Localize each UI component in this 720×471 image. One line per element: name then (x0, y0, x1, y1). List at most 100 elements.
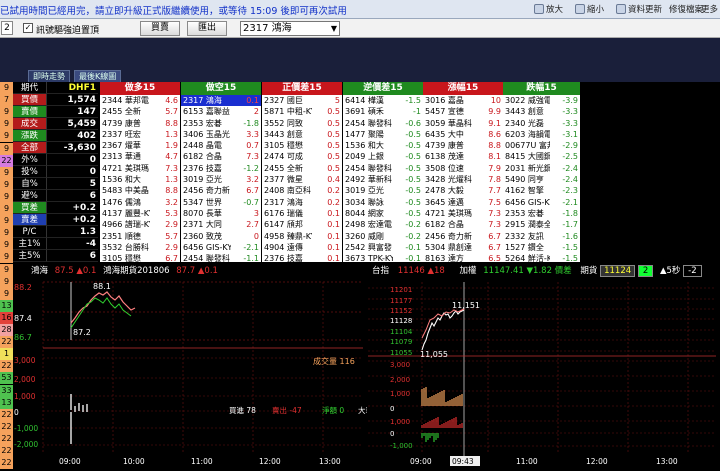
ranking-row[interactable]: 5264 鮮活-KY -1.5 (503, 253, 580, 262)
ranking-row[interactable]: 3428 光燿科 7.8 (423, 174, 503, 185)
ranking-row[interactable]: 5871 中租-KY 0.5 (262, 106, 342, 117)
signal-count-0[interactable]: 9 (0, 82, 13, 94)
signal-count-23[interactable]: 22 (0, 360, 13, 373)
ranking-row[interactable]: 6203 海韻電 -3.1 (503, 129, 580, 140)
ranking-row[interactable]: 2367 燿華 1.9 (100, 140, 180, 151)
ranking-row[interactable]: 2456 奇力新 6.7 (423, 231, 503, 242)
ranking-row[interactable]: 1477 聚陽 -0.5 (343, 129, 423, 140)
ranking-row[interactable]: 4739 康普 8.8 (100, 118, 180, 129)
ranking-row[interactable]: 2360 致茂 0 (181, 231, 261, 242)
ranking-row[interactable]: 2317 鴻海 0.1 (181, 95, 261, 107)
ranking-row[interactable]: 5304 鼎創達 6.7 (423, 242, 503, 253)
ranking-row[interactable]: 2031 新光鋼 -2.4 (503, 163, 580, 174)
signal-count-17[interactable]: 9 (0, 287, 13, 300)
signal-count-15[interactable]: 9 (0, 263, 13, 276)
ranking-row[interactable]: 2317 鴻海 0.2 (262, 197, 342, 208)
signal-count-24[interactable]: 53 (0, 372, 13, 385)
ranking-row[interactable]: 2448 晶電 0.7 (181, 140, 261, 151)
tab-last-kline[interactable]: 最後K線圖 (74, 70, 122, 82)
ranking-row[interactable]: 8415 大國鋼 -2.5 (503, 151, 580, 162)
ranking-row[interactable]: 4162 智擎 -2.3 (503, 185, 580, 196)
ranking-row[interactable]: 2474 可成 0.5 (262, 151, 342, 162)
ranking-row[interactable]: 6182 合晶 7.3 (423, 219, 503, 230)
ranking-row[interactable]: 2351 順德 5.7 (100, 231, 180, 242)
signal-count-31[interactable]: 22 (0, 457, 13, 470)
ranking-row[interactable]: 3645 達邁 7.5 (423, 197, 503, 208)
ranking-row[interactable]: 6138 茂達 8.1 (423, 151, 503, 162)
ranking-row[interactable]: 2332 友訊 -1.6 (503, 231, 580, 242)
ranking-row[interactable]: 5483 中美晶 8.8 (100, 185, 180, 196)
ranking-row[interactable]: 3508 位速 7.9 (423, 163, 503, 174)
ranking-row[interactable]: 2455 全新 0.5 (262, 163, 342, 174)
ranking-row[interactable]: 2408 南亞科 0.2 (262, 185, 342, 196)
ranking-row[interactable]: 8044 網家 -0.5 (343, 208, 423, 219)
right-index-chart[interactable]: 11,151 11,055 11201 11177 11152 11128 11104 1… (368, 278, 720, 471)
ranking-row[interactable]: 6456 GIS-KY -2.1 (181, 242, 261, 253)
ranking-row[interactable]: 2376 技嘉 -1.2 (181, 163, 261, 174)
signal-count-22[interactable]: 1 (0, 348, 13, 361)
signal-count-19[interactable]: 16 (0, 311, 13, 324)
signal-count-27[interactable]: 22 (0, 408, 13, 421)
ranking-row[interactable]: 4721 美琪瑪 7.3 (423, 208, 503, 219)
stock-select[interactable]: 2317 鴻海 ▼ (240, 21, 340, 36)
signal-count-14[interactable]: 9 (0, 251, 13, 264)
ranking-row[interactable]: 8070 長華 3 (181, 208, 261, 219)
ranking-row[interactable]: 6435 大中 8.6 (423, 129, 503, 140)
ranking-row[interactable]: 2376 技嘉 0.1 (262, 253, 342, 262)
signal-count-13[interactable]: 9 (0, 239, 13, 252)
signal-count-8[interactable]: 9 (0, 178, 13, 191)
ranking-row[interactable]: 4721 美琪瑪 7.3 (100, 163, 180, 174)
ranking-row[interactable]: 6147 頎邦 0.1 (262, 219, 342, 230)
ranking-row[interactable]: 4966 譜瑞-KY 2.9 (100, 219, 180, 230)
ranking-row[interactable]: 2049 上銀 -0.5 (343, 151, 423, 162)
ranking-row[interactable]: 2371 大同 2.7 (181, 219, 261, 230)
signal-count-3[interactable]: 9 (0, 118, 13, 131)
ranking-title[interactable]: 跌幅15 (503, 82, 580, 95)
signal-count-29[interactable]: 22 (0, 432, 13, 445)
zoom-out-button[interactable]: 縮小 (575, 3, 604, 15)
ranking-row[interactable]: 6153 嘉聯益 2 (181, 106, 261, 117)
ranking-row[interactable]: 2377 微星 0.4 (262, 174, 342, 185)
refresh-data-button[interactable]: 資料更新 (616, 3, 662, 15)
ranking-row[interactable]: 5457 宣德 9.9 (423, 106, 503, 117)
ranking-row[interactable]: 4904 遠傳 0.1 (262, 242, 342, 253)
ranking-row[interactable]: 8163 達方 6.5 (423, 253, 503, 262)
ranking-row[interactable]: 3532 台勝科 2.9 (100, 242, 180, 253)
ranking-row[interactable]: 2454 聯發科 -1.1 (181, 253, 261, 262)
signal-count-1[interactable]: 7 (0, 94, 13, 107)
signal-count-20[interactable]: 28 (0, 324, 13, 336)
ranking-title[interactable]: 做多15 (100, 82, 180, 95)
ranking-row[interactable]: 3105 穩懋 0.5 (262, 140, 342, 151)
ranking-row[interactable]: 2455 全新 5.7 (100, 106, 180, 117)
tab-realtime-trend[interactable]: 即時走勢 (28, 70, 70, 82)
ranking-row[interactable]: 3406 玉晶光 3.3 (181, 129, 261, 140)
ranking-row[interactable]: 2542 興富發 -0.1 (343, 242, 423, 253)
export-button[interactable]: 匯出 (187, 21, 227, 36)
zoom-in-button[interactable]: 放大 (534, 3, 563, 15)
ranking-row[interactable]: 3691 碩禾 -1 (343, 106, 423, 117)
ranking-row[interactable]: 2498 宏達電 -0.2 (343, 219, 423, 230)
more-button[interactable]: 更多 (701, 3, 718, 15)
ranking-row[interactable]: 2454 聯發科 -0.5 (343, 163, 423, 174)
ranking-row[interactable]: 3105 穩懋 6.7 (100, 253, 180, 262)
signal-count-5[interactable]: 9 (0, 142, 13, 155)
ranking-row[interactable]: 3019 亞光 -0.5 (343, 185, 423, 196)
signal-count-7[interactable]: 9 (0, 166, 13, 179)
ranking-row[interactable]: 2337 旺宏 1.3 (100, 129, 180, 140)
ranking-row[interactable]: 2915 潤泰全 -1.7 (503, 219, 580, 230)
ranking-row[interactable]: 6176 瑞儀 0.1 (262, 208, 342, 219)
ranking-row[interactable]: 4739 康普 8.8 (423, 140, 503, 151)
ranking-title[interactable]: 逆價差15 (343, 82, 423, 95)
ranking-row[interactable]: 3260 威剛 -0.2 (343, 231, 423, 242)
window-number-field[interactable]: 2 (1, 21, 13, 35)
ranking-row[interactable]: 3034 聯詠 -0.5 (343, 197, 423, 208)
ranking-title[interactable]: 做空15 (181, 82, 261, 95)
ranking-row[interactable]: 2313 華通 4.7 (100, 151, 180, 162)
signal-count-4[interactable]: 9 (0, 130, 13, 143)
signal-count-21[interactable]: 22 (0, 336, 13, 349)
signal-count-2[interactable]: 9 (0, 106, 13, 119)
ranking-row[interactable]: 2340 光磊 -3.3 (503, 118, 580, 129)
ranking-row[interactable]: 3022 威強電 -3.9 (503, 95, 580, 106)
ranking-row[interactable]: 2344 華邦電 4.6 (100, 95, 180, 106)
ranking-row[interactable]: 2353 宏碁 -1.8 (503, 208, 580, 219)
